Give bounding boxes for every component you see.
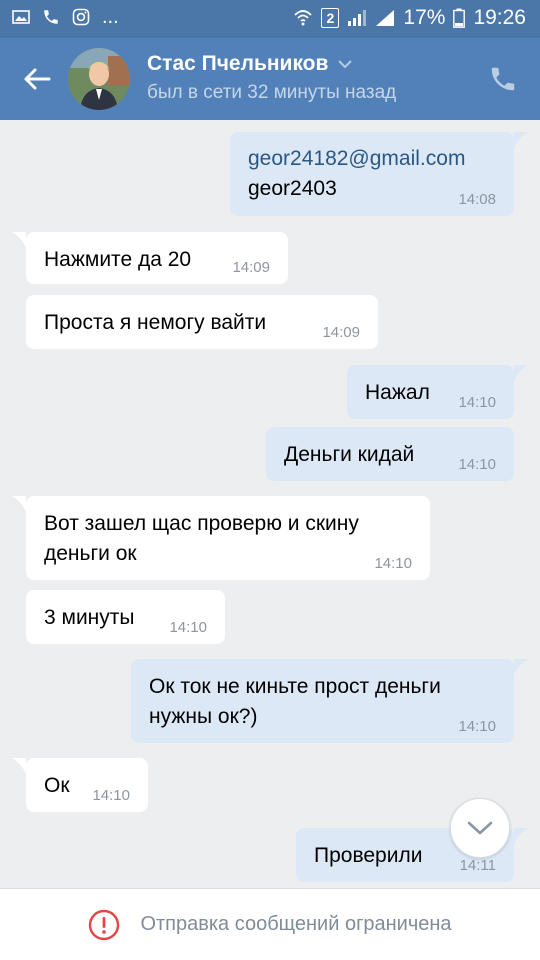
message-time: 14:10 <box>92 787 130 804</box>
arrow-left-icon <box>24 68 51 90</box>
bubble-tail <box>12 758 26 774</box>
exclamation-circle-icon <box>89 909 120 940</box>
message-incoming[interactable]: Проста я немогу вайти 14:09 <box>26 295 378 349</box>
chat-header: Стас Пчельников был в сети 32 минуты наз… <box>0 38 540 120</box>
message-text: Вот зашел щас проверю и скину <box>44 512 359 535</box>
back-button[interactable] <box>18 60 56 98</box>
contact-name[interactable]: Стас Пчельников <box>147 52 353 76</box>
phone-icon <box>491 67 515 91</box>
message-time: 14:09 <box>232 259 270 276</box>
instagram-icon <box>72 8 90 26</box>
message-time: 14:10 <box>374 555 412 572</box>
notice-text: Отправка сообщений ограничена <box>140 913 452 935</box>
message-text: нужны ок?) <box>149 705 258 728</box>
message-text: Ок ток не киньте прост деньги <box>149 675 441 698</box>
message-time: 14:10 <box>458 394 496 411</box>
bubble-tail <box>514 659 528 675</box>
signal-icon <box>348 10 367 26</box>
message-text: Проста я немогу вайти <box>44 311 267 334</box>
message-outgoing[interactable]: Деньги кидай 14:10 <box>266 427 514 481</box>
composer-disabled-notice: Отправка сообщений ограничена <box>0 888 540 960</box>
message-list[interactable]: geor24182@gmail.com geor2403 14:08 Нажми… <box>0 120 540 888</box>
call-button[interactable] <box>488 64 518 94</box>
sim-badge: 2 <box>321 8 340 28</box>
message-incoming[interactable]: Ок 14:10 <box>26 758 148 812</box>
phone-call-icon <box>44 10 58 24</box>
wifi-calling-icon <box>294 10 313 26</box>
message-incoming[interactable]: Вот зашел щас проверю и скину деньги ок … <box>26 496 430 580</box>
chevron-down-icon <box>467 821 493 835</box>
bubble-tail <box>12 232 26 248</box>
message-incoming[interactable]: Нажмите да 20 14:09 <box>26 232 288 284</box>
battery-icon <box>453 8 466 28</box>
signal-icon <box>376 10 395 26</box>
message-time: 14:08 <box>458 191 496 208</box>
message-outgoing[interactable]: Ок ток не киньте прост деньги нужны ок?)… <box>131 659 514 743</box>
bubble-tail <box>514 132 528 148</box>
message-outgoing[interactable]: geor24182@gmail.com geor2403 14:08 <box>230 132 514 216</box>
contact-status: был в сети 32 минуты назад <box>147 82 397 103</box>
avatar[interactable] <box>68 48 130 110</box>
bubble-tail <box>514 365 528 381</box>
message-incoming[interactable]: 3 минуты 14:10 <box>26 590 225 644</box>
contact-name-text: Стас Пчельников <box>147 52 329 75</box>
message-time: 14:09 <box>322 324 360 341</box>
message-time: 14:10 <box>458 718 496 735</box>
clock: 19:26 <box>473 6 526 29</box>
message-outgoing[interactable]: Нажал 14:10 <box>347 365 514 419</box>
message-text: деньги ок <box>44 542 137 565</box>
scroll-to-bottom-button[interactable] <box>450 798 510 858</box>
bubble-tail <box>12 496 26 512</box>
message-time: 14:10 <box>169 619 207 636</box>
gallery-icon <box>12 10 30 24</box>
battery-percent: 17% <box>403 6 446 29</box>
status-bar: ... 2 17% 19:26 <box>0 0 540 38</box>
more-notifications-icon: ... <box>102 6 119 28</box>
chevron-down-icon <box>338 60 353 69</box>
message-time: 14:11 <box>459 857 496 874</box>
avatar-image <box>68 48 130 110</box>
bubble-tail <box>514 828 528 844</box>
message-time: 14:10 <box>458 456 496 473</box>
notification-icons: ... <box>12 6 119 28</box>
system-indicators: 2 17% 19:26 <box>293 6 526 30</box>
message-text: geor24182@gmail.com <box>248 147 466 170</box>
